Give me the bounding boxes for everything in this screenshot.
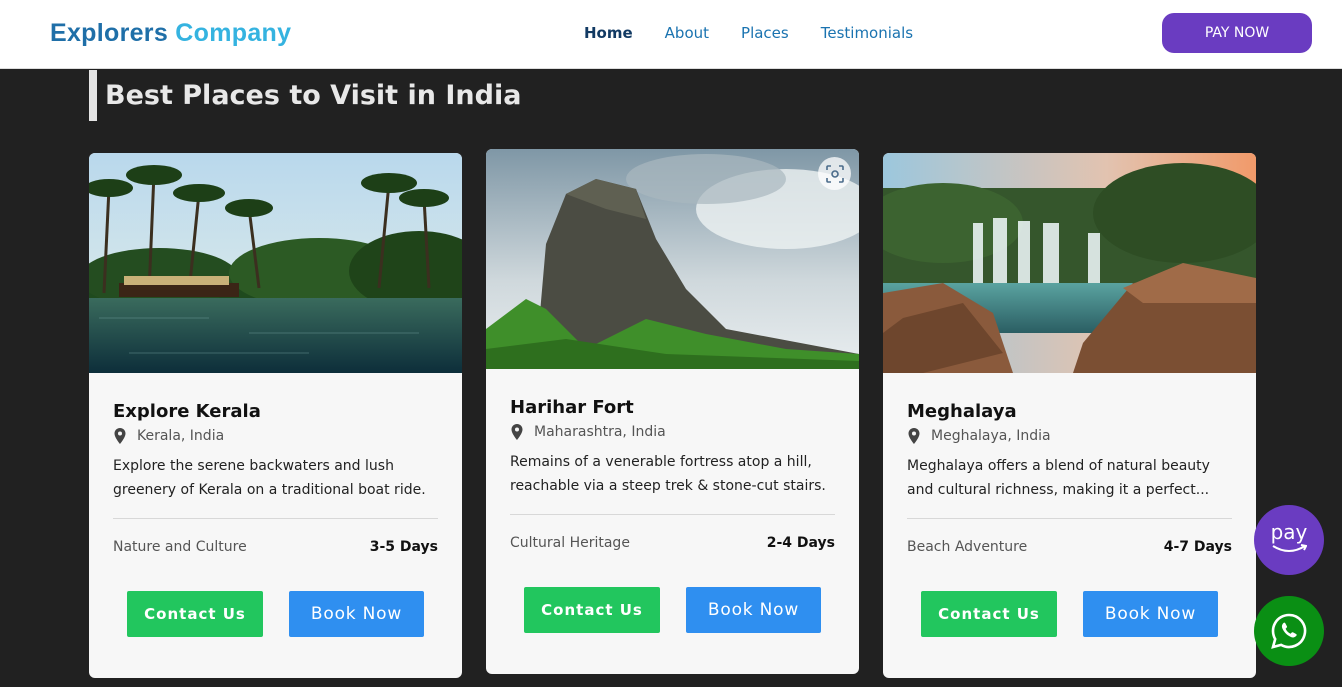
card-category: Nature and Culture <box>113 539 247 555</box>
section-heading: Best Places to Visit in India <box>89 70 521 121</box>
whatsapp-button[interactable] <box>1254 596 1324 666</box>
visual-search-icon <box>825 164 844 183</box>
card-divider <box>113 518 438 519</box>
card-meta: Cultural Heritage 2-4 Days <box>510 535 835 551</box>
book-now-button[interactable]: Book Now <box>289 591 424 637</box>
card-duration: 2-4 Days <box>766 535 835 551</box>
brand-logo[interactable]: Explorers Company <box>50 19 291 48</box>
amazon-pay-button[interactable]: pay <box>1254 505 1324 575</box>
card-description: Remains of a venerable fortress atop a h… <box>510 454 826 494</box>
card-location: Meghalaya, India <box>907 428 1232 444</box>
amazon-pay-icon <box>1272 544 1307 552</box>
card-description: Explore the serene backwaters and lush g… <box>113 458 426 498</box>
whatsapp-icon <box>1271 613 1307 649</box>
navbar: Explorers Company Home About Places Test… <box>0 0 1342 69</box>
kerala-backwaters-image <box>89 153 462 373</box>
place-card-meghalaya: Meghalaya Meghalaya, India Meghalaya off… <box>883 153 1256 678</box>
map-pin-icon <box>114 428 126 444</box>
harihar-fort-image <box>486 149 859 369</box>
card-meta: Nature and Culture 3-5 Days <box>113 539 438 555</box>
nav-link-places[interactable]: Places <box>741 24 789 42</box>
visual-search-button[interactable] <box>818 157 851 190</box>
pay-label: pay <box>1270 520 1308 544</box>
brand-name-part2: Company <box>175 19 292 47</box>
nav-link-about[interactable]: About <box>665 24 709 42</box>
card-title: Meghalaya <box>907 401 1017 422</box>
card-meta: Beach Adventure 4-7 Days <box>907 539 1232 555</box>
contact-us-button[interactable]: Contact Us <box>524 587 660 633</box>
card-divider <box>510 514 835 515</box>
card-title: Explore Kerala <box>113 401 261 422</box>
contact-us-button[interactable]: Contact Us <box>127 591 263 637</box>
book-now-button[interactable]: Book Now <box>686 587 821 633</box>
place-card-harihar-fort: Harihar Fort Maharashtra, India Remains … <box>486 149 859 674</box>
pay-now-button[interactable]: PAY NOW <box>1162 13 1312 53</box>
nav-link-home[interactable]: Home <box>584 24 633 42</box>
card-location-text: Kerala, India <box>137 428 225 444</box>
book-now-button[interactable]: Book Now <box>1083 591 1218 637</box>
card-title: Harihar Fort <box>510 397 634 418</box>
card-description: Meghalaya offers a blend of natural beau… <box>907 458 1210 498</box>
card-location-text: Meghalaya, India <box>931 428 1051 444</box>
map-pin-icon <box>908 428 920 444</box>
card-location-text: Maharashtra, India <box>534 424 666 440</box>
card-location: Maharashtra, India <box>510 424 835 440</box>
map-pin-icon <box>511 424 523 440</box>
card-duration: 3-5 Days <box>369 539 438 555</box>
brand-name-part1: Explorers <box>50 19 169 47</box>
contact-us-button[interactable]: Contact Us <box>921 591 1057 637</box>
nav-link-testimonials[interactable]: Testimonials <box>821 24 913 42</box>
card-category: Cultural Heritage <box>510 535 630 551</box>
place-card-kerala: Explore Kerala Kerala, India Explore the… <box>89 153 462 678</box>
meghalaya-waterfall-image <box>883 153 1256 373</box>
nav-menu: Home About Places Testimonials <box>584 24 913 42</box>
card-divider <box>907 518 1232 519</box>
card-duration: 4-7 Days <box>1163 539 1232 555</box>
card-location: Kerala, India <box>113 428 438 444</box>
section-title: Best Places to Visit in India <box>105 80 522 111</box>
card-category: Beach Adventure <box>907 539 1028 555</box>
